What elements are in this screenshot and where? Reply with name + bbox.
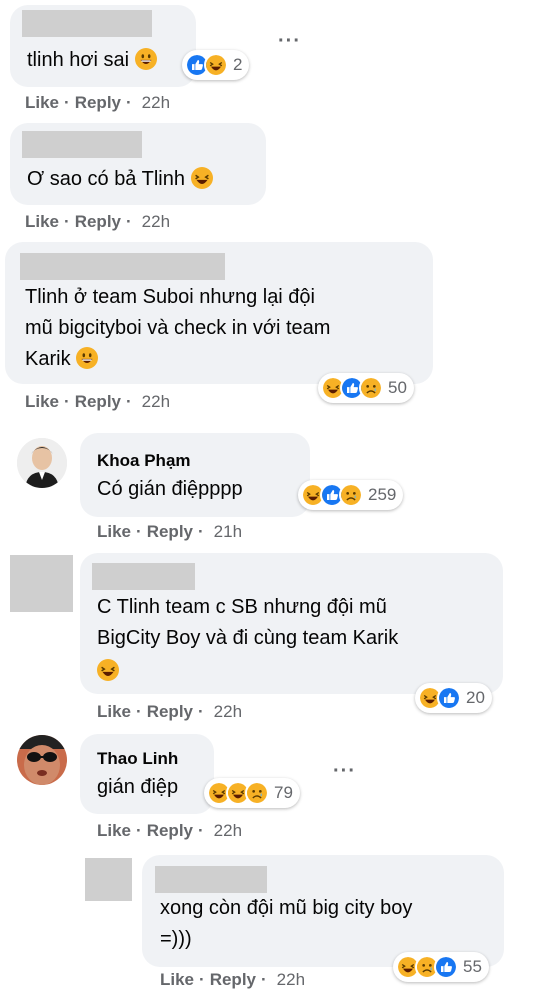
redacted-avatar [85,858,132,901]
comment-text-line: C Tlinh team c SB nhưng đội mũ [97,596,387,618]
reaction-summary[interactable]: 20 [415,683,492,713]
more-options-icon[interactable]: ··· [278,30,301,53]
user-avatar-icon [17,735,67,785]
reply-button[interactable]: Reply [75,212,121,232]
comment-time[interactable]: 21h [214,522,242,542]
comment-text-line: Karik [25,344,98,375]
comment-text: tlinh hơi sai [27,45,157,76]
like-button[interactable]: Like [25,392,59,412]
redacted-author-name [22,131,142,158]
comment-text-line [97,656,119,687]
avatar[interactable] [17,438,67,488]
comment-actions: Like · Reply · 22h [97,821,243,841]
reaction-count: 55 [463,957,482,976]
comment-actions: Like · Reply · 21h [97,522,243,542]
grinning-emoji-icon [76,347,98,369]
author-name[interactable]: Khoa Phạm [97,451,191,471]
comment-text: gián điệp [97,776,179,798]
redacted-author-name [20,253,225,280]
author-name[interactable]: Thao Linh [97,749,178,769]
comment-text-line: BigCity Boy và đi cùng team Karik [97,627,399,649]
reply-button[interactable]: Reply [75,93,121,113]
reaction-count: 79 [274,783,293,802]
reaction-summary[interactable]: 259 [298,480,404,510]
haha-emoji-icon [191,167,213,189]
redacted-avatar [10,555,73,612]
comment-text-line: mũ bigcityboi và check in với team [25,317,331,339]
like-button[interactable]: Like [25,93,59,113]
comment-time[interactable]: 22h [214,702,242,722]
reply-button[interactable]: Reply [147,522,193,542]
comment-time[interactable]: 22h [142,93,170,113]
reaction-summary[interactable]: 79 [204,778,300,808]
comment-time[interactable]: 22h [142,212,170,232]
sad-emoji-icon [339,483,363,507]
comment-time[interactable]: 22h [142,392,170,412]
like-reaction-icon [434,955,458,979]
comment-actions: Like · Reply · 22h [25,212,171,232]
comment-actions: Like · Reply · 22h [97,702,243,722]
redacted-author-name [155,866,267,893]
comment-actions: Like · Reply · 22h [25,392,171,412]
haha-emoji-icon [204,53,228,77]
comment-text: Có gián điệpppp [97,478,243,500]
comment-time[interactable]: 22h [214,821,242,841]
comment-text-line: xong còn đội mũ big city boy [160,897,413,919]
reaction-count: 50 [388,378,407,397]
like-button[interactable]: Like [97,702,131,722]
redacted-author-name [22,10,152,37]
sad-emoji-icon [359,376,383,400]
like-button[interactable]: Like [97,522,131,542]
reply-button[interactable]: Reply [75,392,121,412]
reply-button[interactable]: Reply [147,821,193,841]
like-reaction-icon [437,686,461,710]
comment-text-line: Tlinh ở team Suboi nhưng lại đội [25,286,315,308]
sad-emoji-icon [245,781,269,805]
reaction-count: 20 [466,688,485,707]
like-button[interactable]: Like [97,821,131,841]
comment-actions: Like · Reply · 22h [25,93,171,113]
like-button[interactable]: Like [25,212,59,232]
grinning-emoji-icon [135,48,157,70]
reaction-summary[interactable]: 50 [318,373,414,403]
reaction-summary[interactable]: 2 [182,50,250,80]
avatar[interactable] [17,735,67,785]
comment-text-line: =))) [160,928,192,950]
user-avatar-icon [17,438,67,488]
comment-text: Ơ sao có bả Tlinh [27,164,213,195]
comment-actions: Like · Reply · 22h [160,970,306,990]
reaction-count: 259 [368,485,397,504]
more-options-icon[interactable]: ··· [333,760,356,783]
reply-button[interactable]: Reply [210,970,256,990]
comment-time[interactable]: 22h [277,970,305,990]
reaction-summary[interactable]: 55 [393,952,489,982]
reaction-count: 2 [233,55,243,74]
haha-emoji-icon [97,659,119,681]
like-button[interactable]: Like [160,970,194,990]
reply-button[interactable]: Reply [147,702,193,722]
redacted-author-name [92,563,195,590]
